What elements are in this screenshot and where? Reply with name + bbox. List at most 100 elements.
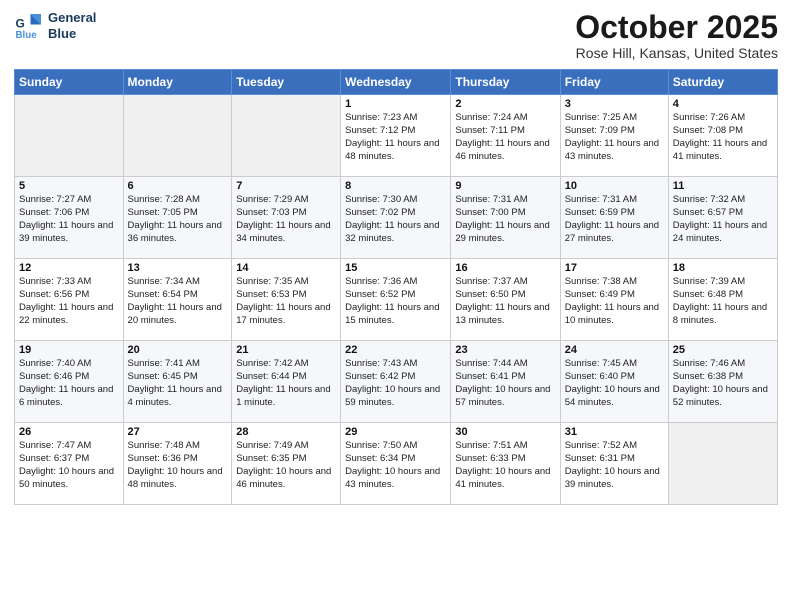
day-info: Sunrise: 7:33 AMSunset: 6:56 PMDaylight:… bbox=[19, 276, 119, 327]
calendar-cell: 11Sunrise: 7:32 AMSunset: 6:57 PMDayligh… bbox=[668, 177, 777, 259]
title-block: October 2025 Rose Hill, Kansas, United S… bbox=[575, 10, 778, 61]
col-friday: Friday bbox=[560, 70, 668, 95]
calendar-cell: 14 Sunrise: 7:35 AMSunset: 6:53 PMDayligh… bbox=[232, 259, 341, 341]
day-number: 26 bbox=[19, 426, 119, 438]
day-info: Sunrise: 7:29 AMSunset: 7:03 PMDaylight:… bbox=[236, 194, 336, 245]
day-info: Sunrise: 7:48 AMSunset: 6:36 PMDaylight:… bbox=[128, 440, 228, 491]
day-info: Sunrise: 7:35 AMSunset: 6:53 PMDaylight:… bbox=[236, 276, 336, 327]
day-number: 15 bbox=[345, 262, 446, 274]
col-monday: Monday bbox=[123, 70, 232, 95]
calendar-cell: 24 Sunrise: 7:45 AMSunset: 6:40 PMDayligh… bbox=[560, 341, 668, 423]
month-title: October 2025 bbox=[575, 10, 778, 45]
day-number: 1 bbox=[345, 98, 446, 110]
calendar-cell: 6 Sunrise: 7:28 AMSunset: 7:05 PMDaylight… bbox=[123, 177, 232, 259]
calendar-cell: 20Sunrise: 7:41 AMSunset: 6:45 PMDayligh… bbox=[123, 341, 232, 423]
calendar-cell: 10 Sunrise: 7:31 AMSunset: 6:59 PMDayligh… bbox=[560, 177, 668, 259]
day-info: Sunrise: 7:45 AMSunset: 6:40 PMDaylight:… bbox=[565, 358, 664, 409]
day-info: Sunrise: 7:28 AMSunset: 7:05 PMDaylight:… bbox=[128, 194, 228, 245]
day-info: Sunrise: 7:42 AMSunset: 6:44 PMDaylight:… bbox=[236, 358, 336, 409]
calendar-cell: 22Sunrise: 7:43 AMSunset: 6:42 PMDayligh… bbox=[341, 341, 451, 423]
calendar-cell: 23 Sunrise: 7:44 AMSunset: 6:41 PMDayligh… bbox=[451, 341, 560, 423]
calendar-cell bbox=[123, 95, 232, 177]
day-info: Sunrise: 7:23 AMSunset: 7:12 PMDaylight:… bbox=[345, 112, 446, 163]
day-number: 7 bbox=[236, 180, 336, 192]
day-number: 4 bbox=[673, 98, 773, 110]
day-number: 8 bbox=[345, 180, 446, 192]
col-sunday: Sunday bbox=[15, 70, 124, 95]
calendar-cell: 1 Sunrise: 7:23 AMSunset: 7:12 PMDaylight… bbox=[341, 95, 451, 177]
calendar-cell: 16Sunrise: 7:37 AMSunset: 6:50 PMDayligh… bbox=[451, 259, 560, 341]
day-info: Sunrise: 7:50 AMSunset: 6:34 PMDaylight:… bbox=[345, 440, 446, 491]
day-info: Sunrise: 7:27 AMSunset: 7:06 PMDaylight:… bbox=[19, 194, 119, 245]
calendar-cell: 13 Sunrise: 7:34 AMSunset: 6:54 PMDayligh… bbox=[123, 259, 232, 341]
day-number: 3 bbox=[565, 98, 664, 110]
calendar-cell: 15 Sunrise: 7:36 AMSunset: 6:52 PMDayligh… bbox=[341, 259, 451, 341]
day-number: 10 bbox=[565, 180, 664, 192]
svg-text:Blue: Blue bbox=[16, 30, 38, 41]
calendar-cell: 2Sunrise: 7:24 AMSunset: 7:11 PMDaylight… bbox=[451, 95, 560, 177]
day-number: 12 bbox=[19, 262, 119, 274]
calendar-cell: 7 Sunrise: 7:29 AMSunset: 7:03 PMDaylight… bbox=[232, 177, 341, 259]
calendar-week-row: 19 Sunrise: 7:40 AMSunset: 6:46 PMDayligh… bbox=[15, 341, 778, 423]
day-number: 30 bbox=[455, 426, 555, 438]
day-number: 14 bbox=[236, 262, 336, 274]
day-info: Sunrise: 7:49 AMSunset: 6:35 PMDaylight:… bbox=[236, 440, 336, 491]
calendar-cell bbox=[668, 423, 777, 505]
calendar-header-row: Sunday Monday Tuesday Wednesday Thursday… bbox=[15, 70, 778, 95]
day-number: 24 bbox=[565, 344, 664, 356]
day-info: Sunrise: 7:26 AMSunset: 7:08 PMDaylight:… bbox=[673, 112, 773, 163]
location: Rose Hill, Kansas, United States bbox=[575, 45, 778, 61]
day-info: Sunrise: 7:39 AMSunset: 6:48 PMDaylight:… bbox=[673, 276, 773, 327]
day-number: 19 bbox=[19, 344, 119, 356]
day-number: 6 bbox=[128, 180, 228, 192]
day-info: Sunrise: 7:30 AMSunset: 7:02 PMDaylight:… bbox=[345, 194, 446, 245]
day-info: Sunrise: 7:41 AMSunset: 6:45 PMDaylight:… bbox=[128, 358, 228, 409]
header: G Blue General Blue October 2025 Rose Hi… bbox=[14, 10, 778, 61]
calendar-week-row: 26Sunrise: 7:47 AMSunset: 6:37 PMDayligh… bbox=[15, 423, 778, 505]
day-number: 13 bbox=[128, 262, 228, 274]
page: G Blue General Blue October 2025 Rose Hi… bbox=[0, 0, 792, 612]
col-thursday: Thursday bbox=[451, 70, 560, 95]
logo-text: General Blue bbox=[48, 10, 96, 41]
col-saturday: Saturday bbox=[668, 70, 777, 95]
day-info: Sunrise: 7:31 AMSunset: 7:00 PMDaylight:… bbox=[455, 194, 555, 245]
day-number: 27 bbox=[128, 426, 228, 438]
calendar-table: Sunday Monday Tuesday Wednesday Thursday… bbox=[14, 69, 778, 505]
day-info: Sunrise: 7:40 AMSunset: 6:46 PMDaylight:… bbox=[19, 358, 119, 409]
day-info: Sunrise: 7:34 AMSunset: 6:54 PMDaylight:… bbox=[128, 276, 228, 327]
day-info: Sunrise: 7:44 AMSunset: 6:41 PMDaylight:… bbox=[455, 358, 555, 409]
calendar-cell: 31 Sunrise: 7:52 AMSunset: 6:31 PMDayligh… bbox=[560, 423, 668, 505]
calendar-week-row: 1 Sunrise: 7:23 AMSunset: 7:12 PMDaylight… bbox=[15, 95, 778, 177]
day-info: Sunrise: 7:52 AMSunset: 6:31 PMDaylight:… bbox=[565, 440, 664, 491]
generalblue-logo-icon: G Blue bbox=[14, 11, 44, 41]
calendar-cell: 30 Sunrise: 7:51 AMSunset: 6:33 PMDayligh… bbox=[451, 423, 560, 505]
day-number: 25 bbox=[673, 344, 773, 356]
day-number: 23 bbox=[455, 344, 555, 356]
day-number: 17 bbox=[565, 262, 664, 274]
calendar-cell: 29 Sunrise: 7:50 AMSunset: 6:34 PMDayligh… bbox=[341, 423, 451, 505]
calendar-cell bbox=[232, 95, 341, 177]
day-info: Sunrise: 7:51 AMSunset: 6:33 PMDaylight:… bbox=[455, 440, 555, 491]
day-info: Sunrise: 7:25 AMSunset: 7:09 PMDaylight:… bbox=[565, 112, 664, 163]
calendar-cell: 27 Sunrise: 7:48 AMSunset: 6:36 PMDayligh… bbox=[123, 423, 232, 505]
calendar-cell: 9Sunrise: 7:31 AMSunset: 7:00 PMDaylight… bbox=[451, 177, 560, 259]
day-number: 31 bbox=[565, 426, 664, 438]
day-info: Sunrise: 7:38 AMSunset: 6:49 PMDaylight:… bbox=[565, 276, 664, 327]
day-info: Sunrise: 7:36 AMSunset: 6:52 PMDaylight:… bbox=[345, 276, 446, 327]
calendar-cell: 3 Sunrise: 7:25 AMSunset: 7:09 PMDaylight… bbox=[560, 95, 668, 177]
day-number: 11 bbox=[673, 180, 773, 192]
calendar-cell: 18 Sunrise: 7:39 AMSunset: 6:48 PMDayligh… bbox=[668, 259, 777, 341]
day-number: 18 bbox=[673, 262, 773, 274]
day-number: 21 bbox=[236, 344, 336, 356]
calendar-week-row: 5Sunrise: 7:27 AMSunset: 7:06 PMDaylight… bbox=[15, 177, 778, 259]
day-info: Sunrise: 7:31 AMSunset: 6:59 PMDaylight:… bbox=[565, 194, 664, 245]
calendar-cell: 8 Sunrise: 7:30 AMSunset: 7:02 PMDaylight… bbox=[341, 177, 451, 259]
col-tuesday: Tuesday bbox=[232, 70, 341, 95]
calendar-cell: 25Sunrise: 7:46 AMSunset: 6:38 PMDayligh… bbox=[668, 341, 777, 423]
calendar-cell: 21 Sunrise: 7:42 AMSunset: 6:44 PMDayligh… bbox=[232, 341, 341, 423]
calendar-cell: 19 Sunrise: 7:40 AMSunset: 6:46 PMDayligh… bbox=[15, 341, 124, 423]
day-number: 29 bbox=[345, 426, 446, 438]
calendar-cell: 17 Sunrise: 7:38 AMSunset: 6:49 PMDayligh… bbox=[560, 259, 668, 341]
day-number: 2 bbox=[455, 98, 555, 110]
calendar-week-row: 12 Sunrise: 7:33 AMSunset: 6:56 PMDayligh… bbox=[15, 259, 778, 341]
